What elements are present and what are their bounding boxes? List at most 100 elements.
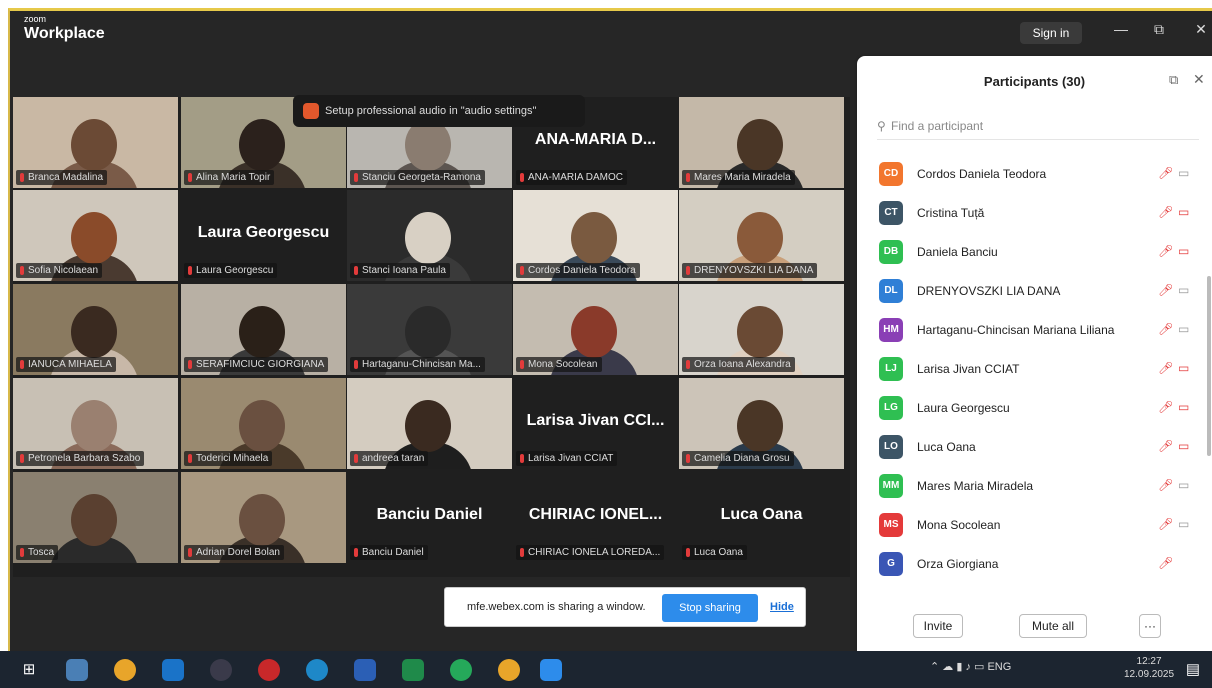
- tile-name-label: Larisa Jivan CCIAT: [516, 451, 618, 466]
- video-tile[interactable]: Hartaganu-Chincisan Ma...: [347, 284, 512, 375]
- chrome-2-icon[interactable]: [498, 659, 520, 681]
- video-tile[interactable]: Mona Socolean: [513, 284, 678, 375]
- excel-icon[interactable]: [402, 659, 424, 681]
- participant-row[interactable]: HM Hartaganu-Chincisan Mariana Liliana 🎤︎ ▭: [879, 312, 1199, 351]
- muted-mic-icon[interactable]: 🎤︎: [1158, 322, 1173, 336]
- file-explorer-icon[interactable]: [66, 659, 88, 681]
- video-off-icon[interactable]: ▭: [1178, 478, 1189, 492]
- close-button[interactable]: ✕: [1190, 21, 1212, 38]
- video-tile[interactable]: IANUCA MIHAELA: [13, 284, 178, 375]
- video-off-icon[interactable]: ▭: [1178, 517, 1189, 531]
- muted-mic-icon[interactable]: 🎤︎: [1158, 517, 1173, 531]
- edge-icon[interactable]: [306, 659, 328, 681]
- participant-avatar: HM: [879, 318, 903, 342]
- tile-name-label: Banciu Daniel: [350, 545, 428, 560]
- video-tile[interactable]: Laura Georgescu Laura Georgescu: [181, 190, 346, 281]
- tile-name-label: DRENYOVSZKI LIA DANA: [682, 263, 818, 278]
- restore-button[interactable]: ⧉: [1148, 21, 1170, 38]
- word-icon[interactable]: [354, 659, 376, 681]
- participant-row[interactable]: MM Mares Maria Miradela 🎤︎ ▭: [879, 468, 1199, 507]
- muted-mic-icon[interactable]: 🎤︎: [1158, 244, 1173, 258]
- windows-start-icon[interactable]: ⊞: [18, 659, 40, 681]
- muted-mic-icon[interactable]: 🎤︎: [1158, 205, 1173, 219]
- tile-name-label: SERAFIMCIUC GIORGIANA: [184, 357, 329, 372]
- video-off-icon[interactable]: ▭: [1178, 166, 1189, 180]
- muted-mic-icon[interactable]: 🎤︎: [1158, 283, 1173, 297]
- outlook-icon[interactable]: [162, 659, 184, 681]
- audio-settings-banner[interactable]: Setup professional audio in "audio setti…: [293, 95, 585, 127]
- video-tile[interactable]: Toderici Mihaela: [181, 378, 346, 469]
- participant-row[interactable]: MS Mona Socolean 🎤︎ ▭: [879, 507, 1199, 546]
- sign-in-button[interactable]: Sign in: [1020, 22, 1082, 44]
- popout-icon[interactable]: ⧉: [1169, 72, 1178, 88]
- zoom-taskbar-icon[interactable]: [540, 659, 562, 681]
- video-tile[interactable]: SERAFIMCIUC GIORGIANA: [181, 284, 346, 375]
- participant-row[interactable]: LG Laura Georgescu 🎤︎ ▭: [879, 390, 1199, 429]
- muted-mic-icon[interactable]: 🎤︎: [1158, 439, 1173, 453]
- zoom-logo-small: zoom: [24, 14, 47, 24]
- mute-all-button[interactable]: Mute all: [1019, 614, 1087, 638]
- whatsapp-icon[interactable]: [450, 659, 472, 681]
- participant-search-input[interactable]: Find a participant: [877, 112, 1199, 140]
- participant-name: Luca Oana: [917, 440, 976, 454]
- participant-head: [71, 212, 117, 264]
- video-off-icon[interactable]: ▭: [1178, 361, 1189, 375]
- video-tile[interactable]: Sofia Nicolaean: [13, 190, 178, 281]
- participant-row[interactable]: CD Cordos Daniela Teodora 🎤︎ ▭: [879, 156, 1199, 195]
- more-options-button[interactable]: ···: [1139, 614, 1161, 638]
- video-off-icon[interactable]: ▭: [1178, 322, 1189, 336]
- muted-mic-icon[interactable]: 🎤︎: [1158, 361, 1173, 375]
- minimize-button[interactable]: —: [1110, 21, 1132, 37]
- tile-name-label: ANA-MARIA DAMOC: [516, 170, 628, 185]
- video-off-icon[interactable]: ▭: [1178, 283, 1189, 297]
- invite-button[interactable]: Invite: [913, 614, 963, 638]
- participant-row[interactable]: G Orza Giorgiana 🎤︎: [879, 546, 1199, 585]
- hide-link[interactable]: Hide: [770, 601, 794, 613]
- video-tile[interactable]: Mares Maria Miradela: [679, 97, 844, 188]
- participant-row[interactable]: LJ Larisa Jivan CCIAT 🎤︎ ▭: [879, 351, 1199, 390]
- chrome-icon[interactable]: [114, 659, 136, 681]
- video-tile[interactable]: Petronela Barbara Szabo: [13, 378, 178, 469]
- participant-head: [571, 212, 617, 264]
- muted-mic-icon[interactable]: 🎤︎: [1158, 556, 1173, 570]
- screen-share-bar: mfe.webex.com is sharing a window. Stop …: [444, 587, 806, 627]
- participant-avatar: DL: [879, 279, 903, 303]
- close-panel-icon[interactable]: ✕: [1193, 71, 1205, 88]
- participant-row[interactable]: LO Luca Oana 🎤︎ ▭: [879, 429, 1199, 468]
- app-c-icon[interactable]: [210, 659, 232, 681]
- video-tile[interactable]: Adrian Dorel Bolan: [181, 472, 346, 563]
- participant-row[interactable]: DB Daniela Banciu 🎤︎ ▭: [879, 234, 1199, 273]
- video-off-icon[interactable]: ▭: [1178, 439, 1189, 453]
- video-off-icon[interactable]: ▭: [1178, 400, 1189, 414]
- video-tile[interactable]: andreea taran: [347, 378, 512, 469]
- media-app-icon[interactable]: [258, 659, 280, 681]
- video-tile[interactable]: Orza Ioana Alexandra: [679, 284, 844, 375]
- video-tile[interactable]: Branca Madalina: [13, 97, 178, 188]
- video-tile[interactable]: Cordos Daniela Teodora: [513, 190, 678, 281]
- video-off-icon[interactable]: ▭: [1178, 205, 1189, 219]
- clock[interactable]: 12:27 12.09.2025: [1124, 655, 1174, 681]
- tile-name-label: Orza Ioana Alexandra: [682, 357, 795, 372]
- tray-icons[interactable]: ⌃ ☁ ▮ ♪ ▭: [930, 661, 987, 673]
- language-indicator[interactable]: ENG: [987, 661, 1011, 673]
- video-tile[interactable]: Luca Oana Luca Oana: [679, 472, 844, 563]
- video-tile[interactable]: Larisa Jivan CCI... Larisa Jivan CCIAT: [513, 378, 678, 469]
- stop-sharing-button[interactable]: Stop sharing: [662, 594, 758, 622]
- video-tile[interactable]: Stanci Ioana Paula: [347, 190, 512, 281]
- muted-mic-icon[interactable]: 🎤︎: [1158, 478, 1173, 492]
- video-tile[interactable]: Tosca: [13, 472, 178, 563]
- video-tile[interactable]: DRENYOVSZKI LIA DANA: [679, 190, 844, 281]
- video-tile[interactable]: CHIRIAC IONEL... CHIRIAC IONELA LOREDA...: [513, 472, 678, 563]
- notifications-icon[interactable]: ▤: [1182, 659, 1204, 681]
- participant-row[interactable]: DL DRENYOVSZKI LIA DANA 🎤︎ ▭: [879, 273, 1199, 312]
- participant-head: [239, 494, 285, 546]
- video-off-icon[interactable]: ▭: [1178, 244, 1189, 258]
- muted-mic-icon[interactable]: 🎤︎: [1158, 166, 1173, 180]
- video-tile[interactable]: Camelia Diana Grosu: [679, 378, 844, 469]
- tile-name-label: Camelia Diana Grosu: [682, 451, 794, 466]
- participant-row[interactable]: CT Cristina Tuță 🎤︎ ▭: [879, 195, 1199, 234]
- participant-list-scrollbar[interactable]: [1207, 276, 1211, 456]
- video-tile[interactable]: Banciu Daniel Banciu Daniel: [347, 472, 512, 563]
- muted-mic-icon[interactable]: 🎤︎: [1158, 400, 1173, 414]
- participant-name: Mares Maria Miradela: [917, 479, 1034, 493]
